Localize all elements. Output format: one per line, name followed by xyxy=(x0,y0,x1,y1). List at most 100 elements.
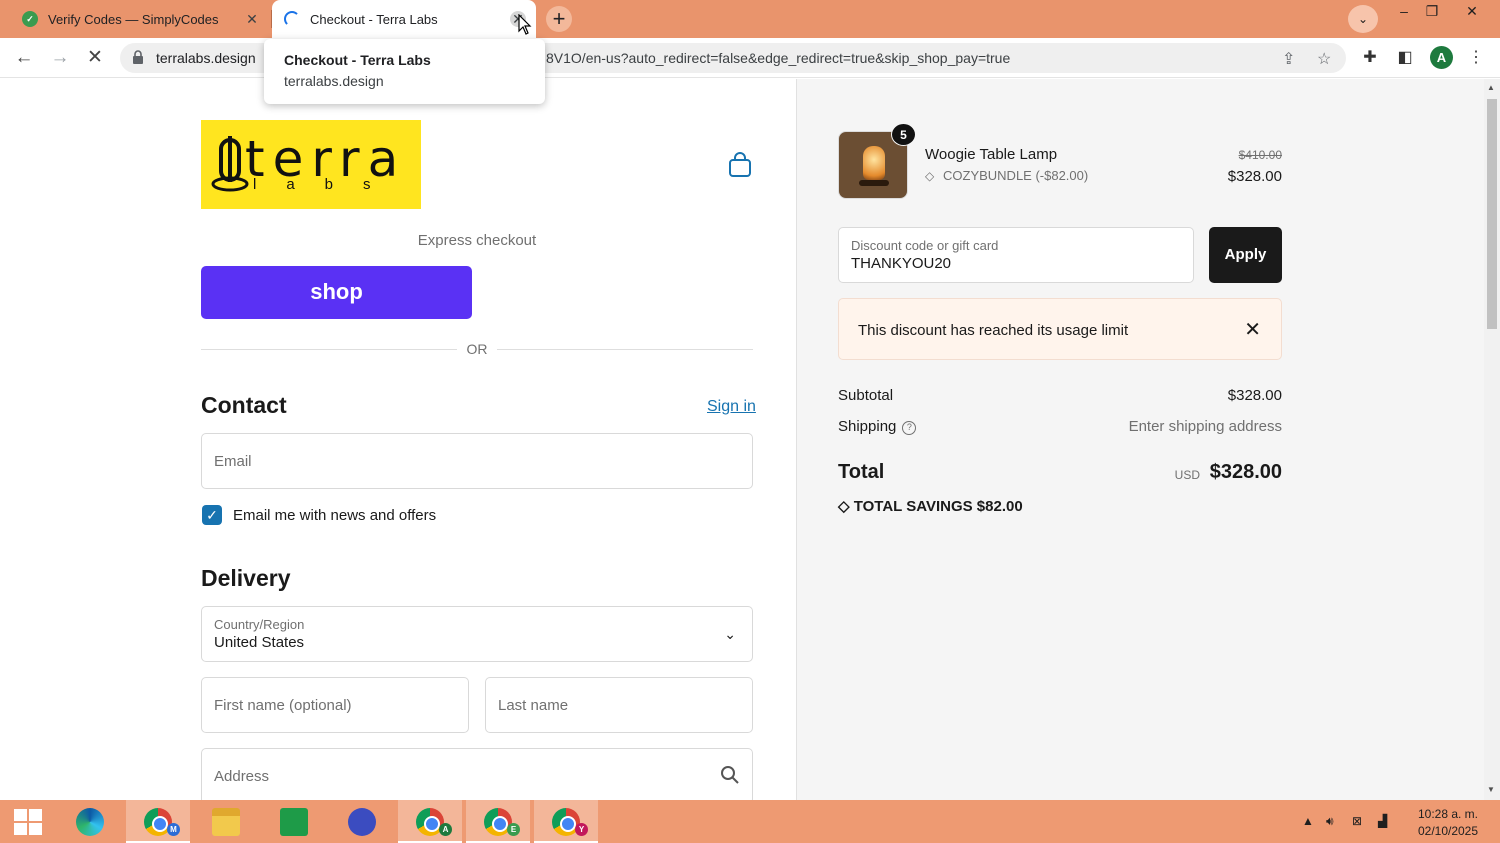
product-name: Woogie Table Lamp xyxy=(925,146,1058,163)
settings-taskbar-icon[interactable] xyxy=(330,800,394,843)
close-window-button[interactable]: ✕ xyxy=(1454,0,1490,24)
last-name-field[interactable]: Last name xyxy=(485,677,753,733)
close-icon[interactable]: ✕ xyxy=(1244,317,1261,342)
hover-card-domain: terralabs.design xyxy=(284,73,384,89)
profile-avatar[interactable]: A xyxy=(1430,46,1453,69)
windows-taskbar: M A E Y ▲ 🔊︎ ⊠ ▟ xyxy=(0,800,1500,843)
signal-icon[interactable]: ▟ xyxy=(1378,814,1387,828)
scroll-down-icon[interactable]: ▼ xyxy=(1487,785,1495,794)
bookmark-star-icon[interactable]: ☆ xyxy=(1317,49,1331,69)
simplycodes-favicon-icon: ✓ xyxy=(22,11,38,27)
volume-icon[interactable]: 🔊︎ xyxy=(1326,814,1334,829)
hover-card-title: Checkout - Terra Labs xyxy=(284,52,431,68)
address-placeholder: Address xyxy=(214,768,270,785)
windows-start-icon[interactable] xyxy=(14,809,42,835)
stop-loading-icon[interactable]: ✕ xyxy=(83,46,107,70)
spreadsheet-icon xyxy=(280,808,308,836)
savings-value: $82.00 xyxy=(976,498,1023,515)
tab-title: Checkout - Terra Labs xyxy=(310,11,438,27)
savings-label: TOTAL SAVINGS xyxy=(853,498,973,515)
scrollbar-thumb[interactable] xyxy=(1487,99,1497,329)
or-label: OR xyxy=(457,341,497,357)
lock-icon xyxy=(133,50,143,64)
back-arrow-icon[interactable]: ← xyxy=(12,46,36,70)
terra-labs-logo[interactable]: terra labs xyxy=(201,120,421,209)
close-tab-icon[interactable]: ✕ xyxy=(244,11,260,27)
apply-button[interactable]: Apply xyxy=(1209,227,1282,283)
profile-badge: M xyxy=(167,823,180,836)
tag-icon: ◇ xyxy=(925,169,935,183)
subtotal-value: $328.00 xyxy=(1227,387,1282,404)
product-discount: ◇ COZYBUNDLE (-$82.00) xyxy=(925,168,1088,183)
delivery-heading: Delivery xyxy=(201,565,291,591)
discount-error-alert: This discount has reached its usage limi… xyxy=(838,298,1282,360)
chrome-m-taskbar-icon[interactable]: M xyxy=(126,800,190,843)
shopping-bag-icon[interactable] xyxy=(728,152,752,178)
profile-badge: Y xyxy=(575,823,588,836)
shipping-row: Shipping? Enter shipping address xyxy=(838,418,1282,435)
clock-date: 02/10/2025 xyxy=(1417,824,1479,838)
extensions-puzzle-icon[interactable]: ✚ xyxy=(1360,48,1380,68)
country-select[interactable]: Country/Region United States ⌄ xyxy=(201,606,753,662)
scroll-up-icon[interactable]: ▲ xyxy=(1487,83,1495,92)
system-clock[interactable]: 10:28 a. m. 02/10/2025 xyxy=(1408,806,1488,840)
share-icon[interactable]: ⇪ xyxy=(1282,49,1295,69)
edge-icon xyxy=(76,808,104,836)
product-discount-text: COZYBUNDLE (-$82.00) xyxy=(943,168,1089,183)
url-path: 8V1O/en-us?auto_redirect=false&edge_redi… xyxy=(546,50,1011,66)
search-icon xyxy=(721,766,739,784)
new-tab-button[interactable]: + xyxy=(546,6,572,32)
email-field[interactable]: Email xyxy=(201,433,753,489)
profile-badge: A xyxy=(439,823,452,836)
tab-bar: ✓ Verify Codes — SimplyCodes ✕ Checkout … xyxy=(0,0,1500,38)
total-value: $328.00 xyxy=(1209,461,1282,483)
express-checkout-label: Express checkout xyxy=(417,232,537,249)
tab-search-button[interactable]: ⌄ xyxy=(1348,5,1378,33)
address-field[interactable]: Address xyxy=(201,748,753,800)
subtotal-row: Subtotal $328.00 xyxy=(838,387,1282,404)
original-price: $410.00 xyxy=(1238,148,1282,162)
country-value: United States xyxy=(214,634,305,651)
first-name-field[interactable]: First name (optional) xyxy=(201,677,469,733)
file-explorer-taskbar-icon[interactable] xyxy=(194,800,258,843)
menu-kebab-icon[interactable]: ⋮ xyxy=(1466,48,1486,68)
newsletter-checkbox[interactable]: ✓ xyxy=(202,505,222,525)
restore-button[interactable]: ❐ xyxy=(1414,0,1450,24)
url-host: terralabs.design xyxy=(156,50,256,66)
tab-hover-card: Checkout - Terra Labs terralabs.design xyxy=(264,39,545,104)
contact-heading: Contact xyxy=(201,392,287,418)
lamp-glow xyxy=(863,146,885,180)
gear-icon xyxy=(348,808,376,836)
checkout-page: terra labs Express checkout shop OR Cont… xyxy=(0,79,1500,800)
newsletter-label: Email me with news and offers xyxy=(233,507,437,524)
network-off-icon[interactable]: ⊠ xyxy=(1352,814,1362,828)
sign-in-link[interactable]: Sign in xyxy=(707,398,756,416)
page-scrollbar[interactable]: ▲ ▼ xyxy=(1484,79,1500,800)
loading-spinner-icon xyxy=(284,11,300,27)
subtotal-label: Subtotal xyxy=(838,387,894,404)
side-panel-icon[interactable]: ◧ xyxy=(1395,48,1415,68)
quantity-badge: 5 xyxy=(891,123,916,146)
help-icon[interactable]: ? xyxy=(902,421,917,435)
discount-code-field[interactable]: Discount code or gift card THANKYOU20 xyxy=(838,227,1194,283)
chrome-a-taskbar-icon[interactable]: A xyxy=(398,800,462,843)
edge-taskbar-icon[interactable] xyxy=(58,800,122,843)
logo-subwordmark: labs xyxy=(253,176,401,193)
show-hidden-icons-icon[interactable]: ▲ xyxy=(1302,814,1314,828)
discount-label: Discount code or gift card xyxy=(851,238,999,253)
first-name-placeholder: First name (optional) xyxy=(214,697,352,714)
forward-arrow-icon[interactable]: → xyxy=(48,46,72,70)
sheets-taskbar-icon[interactable] xyxy=(262,800,326,843)
tab-checkout[interactable]: Checkout - Terra Labs ✕ xyxy=(272,0,536,38)
browser-toolbar: ← → ✕ terralabs.design 8V1O/en-us?auto_r… xyxy=(0,38,1500,78)
folder-icon xyxy=(212,808,240,836)
total-savings: ◇ TOTAL SAVINGS $82.00 xyxy=(838,497,1023,515)
shipping-value: Enter shipping address xyxy=(1128,418,1282,435)
country-label: Country/Region xyxy=(214,617,305,632)
mouse-cursor-icon xyxy=(518,14,532,35)
chrome-y-taskbar-icon[interactable]: Y xyxy=(534,800,598,843)
tab-simplycodes[interactable]: ✓ Verify Codes — SimplyCodes ✕ xyxy=(8,0,270,38)
shop-pay-button[interactable]: shop xyxy=(201,266,472,319)
chrome-e-taskbar-icon[interactable]: E xyxy=(466,800,530,843)
last-name-placeholder: Last name xyxy=(498,697,569,714)
